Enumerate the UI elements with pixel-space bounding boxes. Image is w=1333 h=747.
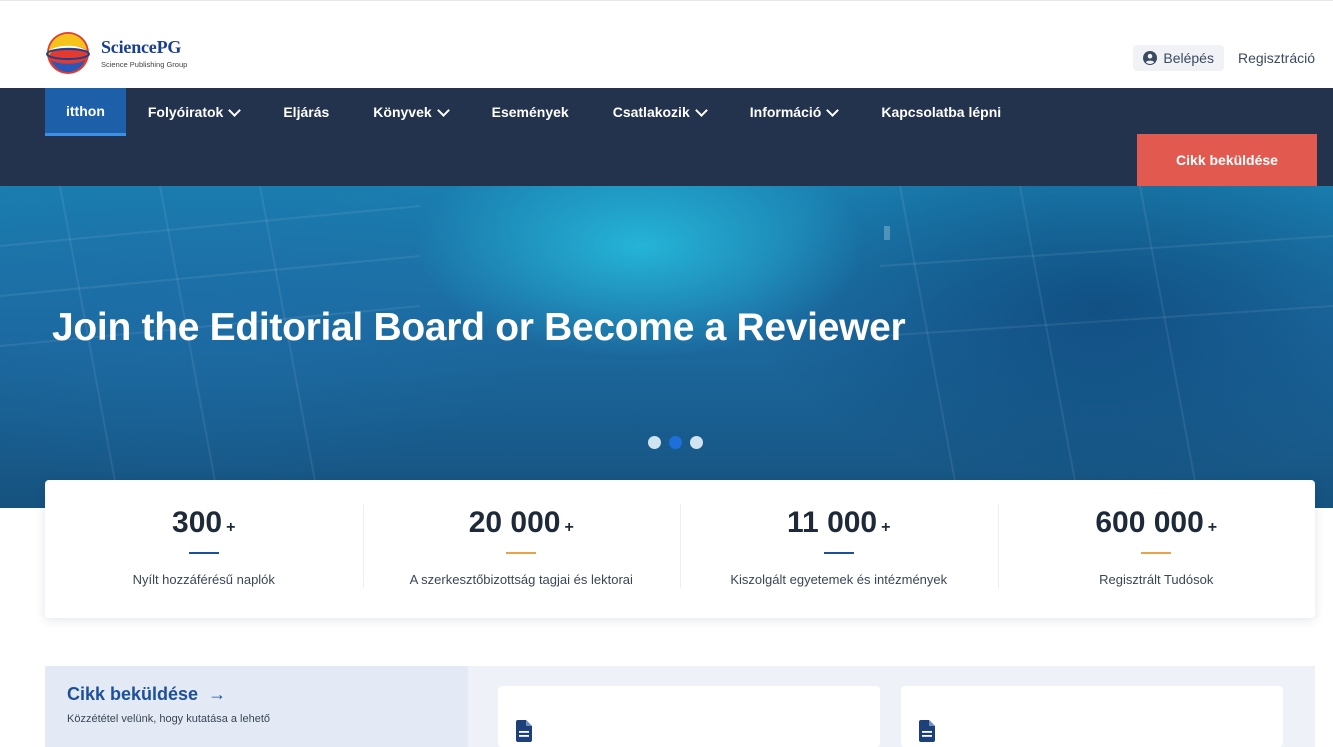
arrow-right-icon: → bbox=[208, 684, 227, 704]
user-circle-icon bbox=[1143, 51, 1158, 65]
hero-title: Join the Editorial Board or Become a Rev… bbox=[52, 306, 906, 349]
stat-suffix: + bbox=[226, 519, 236, 536]
stat-accent-line bbox=[188, 552, 219, 554]
stat-scientists: 600 000 + Regisztrált Tudósok bbox=[997, 480, 1316, 618]
nav-item-books[interactable]: Könyvek bbox=[351, 88, 469, 136]
chevron-down-icon bbox=[826, 103, 840, 117]
main-nav: itthon Folyóiratok Eljárás Könyvek Esemé… bbox=[0, 88, 1333, 186]
nav-item-label: Információ bbox=[749, 104, 822, 120]
hero-banner[interactable]: Join the Editorial Board or Become a Rev… bbox=[0, 186, 1333, 508]
stat-label: A szerkesztőbizottság tagjai és lektorai bbox=[409, 572, 633, 587]
nav-item-label: Kapcsolatba lépni bbox=[881, 104, 1002, 120]
nav-item-label: itthon bbox=[66, 102, 105, 119]
bottom-section: Cikk beküldése → Közzététel velünk, hogy… bbox=[45, 666, 1315, 747]
nav-item-proceedings[interactable]: Eljárás bbox=[261, 88, 351, 136]
login-label: Belépés bbox=[1163, 50, 1214, 66]
chevron-down-icon bbox=[694, 103, 708, 117]
brand-subtitle: Science Publishing Group bbox=[101, 60, 188, 69]
stat-institutions: 11 000 + Kiszolgált egyetemek és intézmén… bbox=[680, 480, 998, 618]
stat-label: Nyílt hozzáférésű naplók bbox=[132, 572, 275, 587]
chevron-down-icon bbox=[436, 103, 450, 117]
nav-item-label: Folyóiratok bbox=[147, 104, 224, 120]
carousel-dot[interactable] bbox=[690, 436, 703, 449]
nav-item-label: Események bbox=[491, 104, 569, 120]
carousel-dot[interactable] bbox=[648, 436, 661, 449]
stat-value: 300 bbox=[172, 506, 223, 539]
stat-value: 20 000 bbox=[468, 506, 561, 539]
chevron-down-icon bbox=[228, 103, 242, 117]
nav-item-join[interactable]: Csatlakozik bbox=[591, 88, 728, 136]
stat-value: 11 000 bbox=[787, 506, 878, 539]
document-icon bbox=[919, 720, 935, 742]
nav-item-events[interactable]: Események bbox=[470, 88, 591, 136]
info-card[interactable] bbox=[901, 686, 1283, 747]
stat-value: 600 000 bbox=[1095, 506, 1204, 539]
stat-journals: 300 + Nyílt hozzáférésű naplók bbox=[45, 480, 363, 618]
nav-items: itthon Folyóiratok Eljárás Könyvek Esemé… bbox=[45, 88, 1023, 136]
stat-suffix: + bbox=[881, 519, 891, 536]
document-icon bbox=[516, 720, 532, 742]
promo-title: Cikk beküldése bbox=[67, 684, 199, 704]
nav-item-label: Eljárás bbox=[283, 104, 330, 120]
stat-accent-line bbox=[506, 552, 537, 554]
nav-item-label: Csatlakozik bbox=[612, 104, 690, 120]
nav-item-home[interactable]: itthon bbox=[45, 88, 126, 136]
nav-item-label: Könyvek bbox=[373, 104, 432, 120]
auth-links: Belépés Regisztráció bbox=[1133, 45, 1315, 71]
promo-text: Közzététel velünk, hogy kutatása a lehet… bbox=[67, 713, 271, 725]
register-link[interactable]: Regisztráció bbox=[1238, 50, 1315, 66]
logo-icon bbox=[45, 30, 91, 76]
logo[interactable]: SciencePG Science Publishing Group bbox=[45, 27, 245, 79]
top-bar: SciencePG Science Publishing Group Belép… bbox=[0, 0, 1333, 88]
stat-label: Kiszolgált egyetemek és intézmények bbox=[730, 572, 948, 587]
brand-name: SciencePG bbox=[101, 37, 182, 57]
submit-article-button[interactable]: Cikk beküldése bbox=[1137, 134, 1317, 186]
stat-label: Regisztrált Tudósok bbox=[1099, 572, 1214, 587]
nav-item-information[interactable]: Információ bbox=[728, 88, 860, 136]
stat-accent-line bbox=[1141, 552, 1172, 554]
carousel-dots bbox=[648, 436, 703, 449]
stat-editors: 20 000 + A szerkesztőbizottság tagjai és … bbox=[362, 480, 681, 618]
submit-promo[interactable]: Cikk beküldése → Közzététel velünk, hogy… bbox=[45, 666, 468, 747]
info-card[interactable] bbox=[498, 686, 880, 747]
stats-panel: 300 + Nyílt hozzáférésű naplók 20 000 + A … bbox=[45, 480, 1315, 618]
nav-item-journals[interactable]: Folyóiratok bbox=[126, 88, 261, 136]
carousel-dot-active[interactable] bbox=[669, 436, 682, 449]
login-button[interactable]: Belépés bbox=[1133, 45, 1224, 71]
nav-item-contact[interactable]: Kapcsolatba lépni bbox=[859, 88, 1023, 136]
stat-suffix: + bbox=[1207, 519, 1218, 536]
stat-suffix: + bbox=[564, 519, 574, 536]
stat-accent-line bbox=[823, 552, 854, 554]
